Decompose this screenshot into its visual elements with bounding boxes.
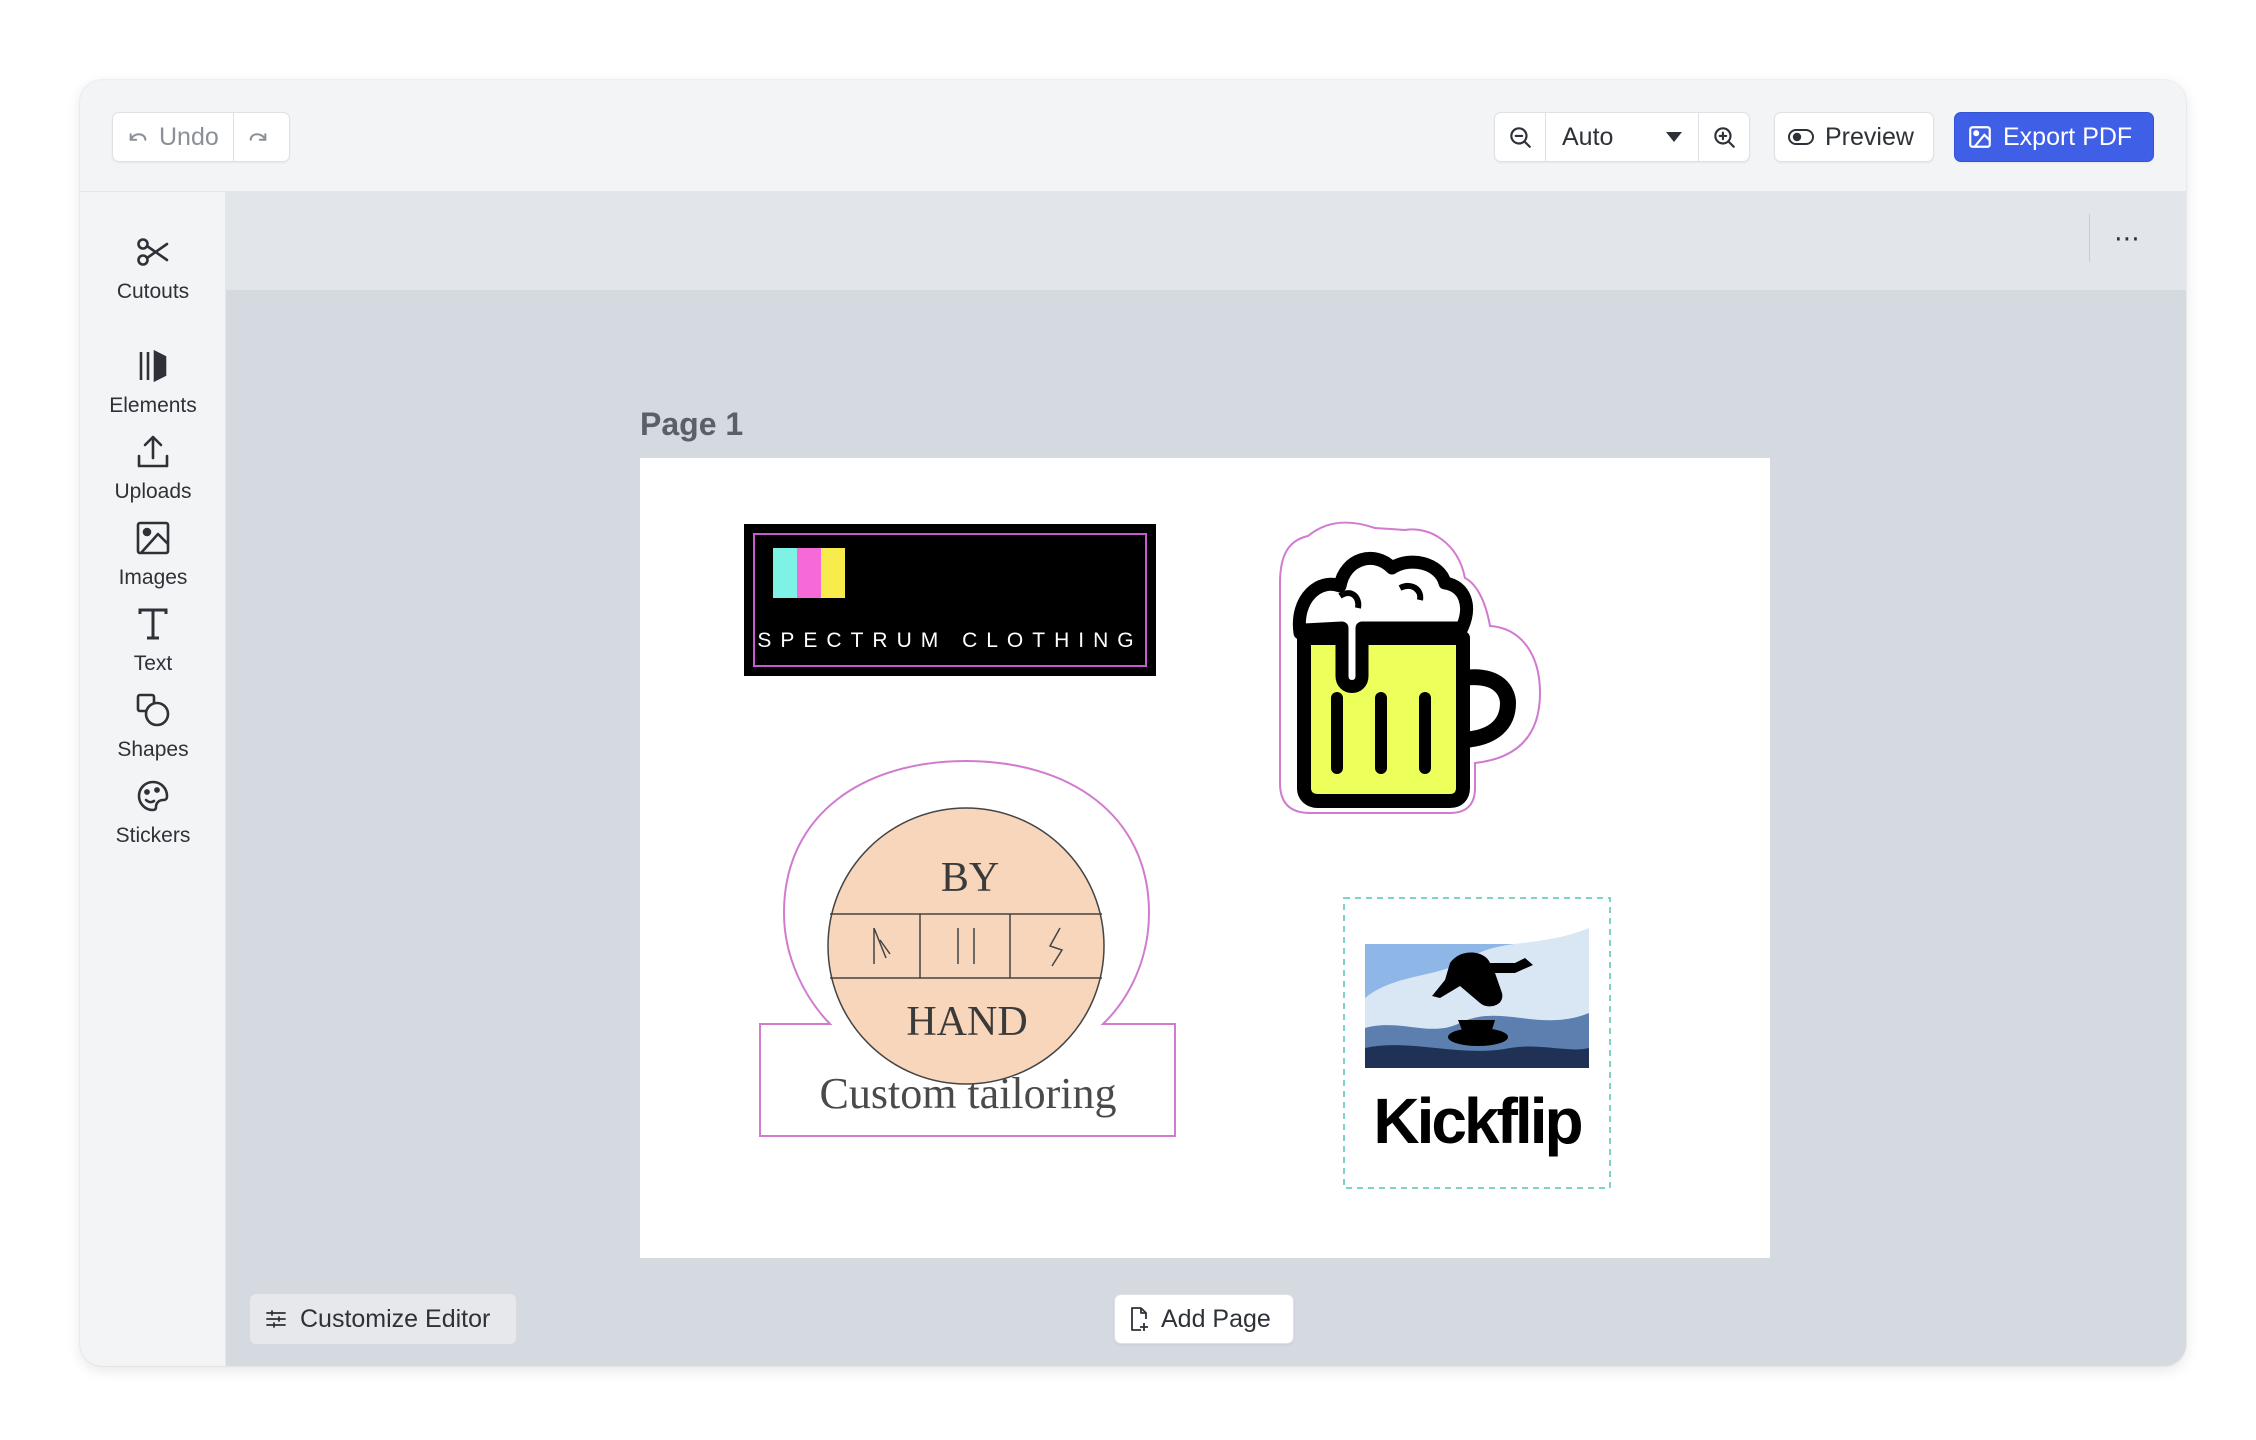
zoom-in-button[interactable]	[1699, 113, 1749, 161]
byhand-top-text: BY	[941, 855, 999, 901]
sidebar-item-label: Cutouts	[116, 280, 190, 303]
upload-icon	[133, 432, 173, 472]
undo-redo-group: Undo	[112, 112, 290, 162]
sidebar-item-label: Stickers	[115, 824, 191, 847]
more-icon: ⋯	[2114, 222, 2142, 253]
top-toolbar: Undo Auto Preview Export PDF	[80, 80, 2186, 192]
sidebar-item-label: Images	[118, 566, 188, 589]
sidebar-item-label: Uploads	[114, 480, 192, 503]
elements-icon	[133, 346, 173, 386]
editor-window: Undo Auto Preview Export PDF Cutouts Ele…	[80, 80, 2186, 1366]
sidebar-item-stickers[interactable]: Stickers	[80, 776, 226, 848]
zoom-out-icon	[1507, 124, 1533, 150]
eye-icon	[1787, 126, 1815, 148]
add-page-label: Add Page	[1161, 1304, 1271, 1333]
preview-button[interactable]: Preview	[1774, 112, 1934, 162]
export-label: Export PDF	[2003, 122, 2133, 151]
sidebar-item-uploads[interactable]: Uploads	[80, 432, 226, 504]
text-icon	[133, 604, 173, 644]
sticker-by-hand[interactable]: BY HAND Custom tailoring	[759, 759, 1176, 1137]
sticker-icon	[133, 776, 173, 816]
undo-button[interactable]: Undo	[113, 113, 233, 161]
byhand-caption-text: Custom tailoring	[820, 1069, 1117, 1118]
image-icon	[133, 518, 173, 558]
zoom-control: Auto	[1494, 112, 1750, 162]
sidebar-item-label: Shapes	[117, 738, 189, 761]
sidebar-item-elements[interactable]: Elements	[80, 346, 226, 418]
sidebar-item-shapes[interactable]: Shapes	[80, 690, 226, 762]
zoom-in-icon	[1711, 124, 1737, 150]
chevron-down-icon	[1666, 132, 1682, 142]
more-options-button[interactable]: ⋯	[2106, 218, 2150, 258]
sticker-beer-mug[interactable]	[1279, 521, 1542, 814]
scissors-icon	[133, 232, 173, 272]
redo-button[interactable]	[232, 113, 283, 161]
export-pdf-button[interactable]: Export PDF	[1954, 112, 2154, 162]
kickflip-text: Kickflip	[1373, 1085, 1581, 1157]
add-page-button[interactable]: Add Page	[1114, 1294, 1294, 1344]
undo-label: Undo	[159, 122, 219, 151]
preview-label: Preview	[1825, 122, 1914, 151]
page-title: Page 1	[640, 406, 744, 442]
design-page[interactable]: SPECTRUM CLOTHING BY HAND Custom tailori…	[640, 458, 1770, 1258]
sidebar-item-label: Elements	[109, 394, 197, 417]
sidebar-item-images[interactable]: Images	[80, 518, 226, 590]
shapes-icon	[133, 690, 173, 730]
sidebar-item-text[interactable]: Text	[80, 604, 226, 676]
divider	[2089, 214, 2090, 262]
zoom-select[interactable]: Auto	[1545, 113, 1699, 161]
undo-icon	[127, 126, 149, 148]
left-sidebar: Cutouts Elements Uploads Images Text Sha…	[80, 192, 226, 1366]
spectrum-text: SPECTRUM CLOTHING	[757, 629, 1142, 652]
sidebar-item-cutouts[interactable]: Cutouts	[80, 232, 226, 304]
export-image-icon	[1967, 124, 1993, 150]
sidebar-item-label: Text	[133, 652, 173, 675]
customize-label: Customize Editor	[300, 1304, 491, 1333]
sticker-spectrum-clothing[interactable]: SPECTRUM CLOTHING	[744, 524, 1156, 676]
sticker-kickflip[interactable]: Kickflip	[1343, 897, 1611, 1189]
zoom-out-button[interactable]	[1495, 113, 1545, 161]
zoom-value: Auto	[1562, 122, 1614, 151]
sliders-icon	[264, 1307, 288, 1331]
canvas-header: ⋯	[226, 192, 2186, 290]
add-file-icon	[1127, 1306, 1151, 1332]
byhand-bottom-text: HAND	[906, 999, 1027, 1045]
page-canvas: SPECTRUM CLOTHING BY HAND Custom tailori…	[744, 521, 1611, 1189]
customize-editor-button[interactable]: Customize Editor	[250, 1294, 516, 1344]
redo-icon	[247, 126, 269, 148]
